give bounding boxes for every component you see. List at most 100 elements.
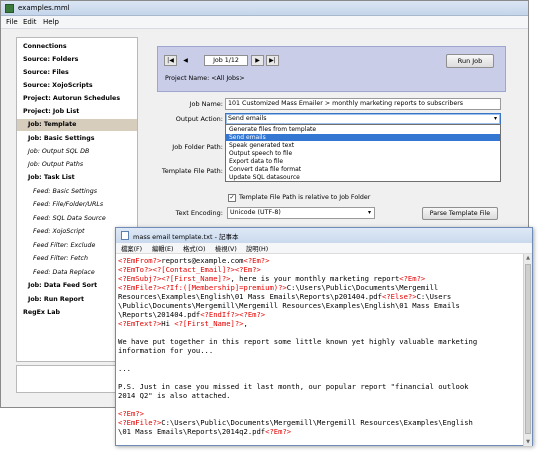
text-segment: C:\Users xyxy=(416,292,452,301)
option-output-speech[interactable]: Output speech to file xyxy=(226,150,500,157)
text-line xyxy=(118,373,522,382)
text-line: P.S. Just in case you missed it last mon… xyxy=(118,382,522,391)
first-job-button[interactable]: |◀ xyxy=(164,55,177,66)
text-line: <?Em?> xyxy=(118,409,522,418)
sidebar-item-source-files[interactable]: Source: Files xyxy=(17,67,137,79)
sidebar-item-job-task-list[interactable]: Job: Task List xyxy=(17,172,137,184)
output-action-value: Send emails xyxy=(228,115,267,122)
notepad-menu-edit[interactable]: 編輯(E) xyxy=(152,244,174,253)
run-job-button[interactable]: Run Job xyxy=(446,54,494,68)
template-tag: <?EmText?> xyxy=(118,319,162,328)
text-line: ... xyxy=(118,364,522,373)
parse-template-button[interactable]: Parse Template File xyxy=(422,207,498,220)
job-name-label: Job Name: xyxy=(189,100,223,108)
job-folder-path-label: Job Folder Path: xyxy=(172,143,223,151)
sidebar-item-connections[interactable]: Connections xyxy=(17,41,137,53)
text-line: information for you... xyxy=(118,346,522,355)
text-line: Resources\Examples\English\01 Mass Email… xyxy=(118,292,522,301)
output-action-label: Output Action: xyxy=(175,115,223,123)
sidebar-item-source-xojoscripts[interactable]: Source: XojoScripts xyxy=(17,80,137,92)
scroll-down-icon[interactable]: ▼ xyxy=(524,438,532,446)
job-name-input[interactable]: 101 Customized Mass Emailer > monthly ma… xyxy=(225,98,501,110)
sidebar-item-autorun-schedules[interactable]: Project: Autorun Schedules xyxy=(17,93,137,105)
text-line: \01 Mass Emails\Reports\2014q2.pdf<?Em?> xyxy=(118,427,522,436)
output-action-dropdown: Generate files from template Send emails… xyxy=(225,124,501,182)
text-segment: C:\Users\Public\Documents\Mergemill\Merg… xyxy=(161,418,473,427)
window-title: examples.mml xyxy=(18,4,70,12)
text-segment: P.S. Just in case you missed it last mon… xyxy=(118,382,469,391)
sidebar-item-feed-file-folder-urls[interactable]: Feed: File/Folder/URLs xyxy=(17,199,137,211)
text-line: <?EmFrom?>reports@example.com<?Em?> xyxy=(118,256,522,265)
option-update-sql[interactable]: Update SQL datasource xyxy=(226,174,500,181)
menu-file[interactable]: File xyxy=(6,18,18,26)
last-job-button[interactable]: ▶| xyxy=(266,55,279,66)
text-line xyxy=(118,328,522,337)
text-line: <?EmText?>Hi <?[First_Name]?>, xyxy=(118,319,522,328)
sidebar-item-job-list[interactable]: Project: Job List xyxy=(17,106,137,118)
notepad-menu-help[interactable]: 說明(H) xyxy=(246,244,268,253)
menu-edit[interactable]: Edit xyxy=(23,18,37,26)
text-segment: reports@example.com xyxy=(161,256,244,265)
text-line: <?EmTo?><?[Contact_Email]?><?Em?> xyxy=(118,265,522,274)
menu-bar: File Edit Help xyxy=(1,16,528,29)
notepad-text-area[interactable]: <?EmFrom?>reports@example.com<?Em?> <?EmT… xyxy=(118,256,522,444)
template-tag: <?Em?> xyxy=(243,256,270,265)
text-line: We have put together in this report some… xyxy=(118,337,522,346)
option-speak-text[interactable]: Speak generated text xyxy=(226,142,500,149)
text-segment: information for you... xyxy=(118,346,214,355)
template-tag: <?EmFile?><?If:([Membership]=premium)?> xyxy=(118,283,287,292)
sidebar-item-job-template[interactable]: Job: Template xyxy=(17,119,137,131)
template-tag: <?Em?> xyxy=(234,265,261,274)
template-tag: <?EmTo?><?[Contact_Email]?> xyxy=(118,265,235,274)
text-line xyxy=(118,355,522,364)
text-line: <?EmSubj?><?[First_Name]?>, here is your… xyxy=(118,274,522,283)
option-export-data[interactable]: Export data to file xyxy=(226,158,500,165)
app-icon xyxy=(5,4,14,13)
text-segment: We have put together in this report some… xyxy=(118,337,478,346)
sidebar-item-feed-basic-settings[interactable]: Feed: Basic Settings xyxy=(17,186,137,198)
notepad-window: mass email template.txt - 記事本 檔案(F) 編輯(E… xyxy=(115,227,533,446)
template-tag: <?Em?> xyxy=(399,274,426,283)
sidebar-item-job-basic-settings[interactable]: Job: Basic Settings xyxy=(17,133,137,145)
text-segment: , here is your monthly marketing report xyxy=(230,274,400,283)
scroll-up-icon[interactable]: ▲ xyxy=(524,254,532,262)
text-segment: Hi xyxy=(161,319,175,328)
text-encoding-select[interactable]: Unicode (UTF-8) ▾ xyxy=(227,207,375,219)
option-send-emails[interactable]: Send emails xyxy=(226,134,500,141)
menu-help[interactable]: Help xyxy=(43,18,59,26)
prev-job-button[interactable]: ◀ xyxy=(179,55,192,66)
sidebar-item-job-output-paths[interactable]: Job: Output Paths xyxy=(17,159,137,171)
notepad-title-bar[interactable]: mass email template.txt - 記事本 xyxy=(116,228,532,243)
notepad-menu-format[interactable]: 格式(O) xyxy=(183,244,205,253)
sidebar-item-feed-sql-data-source[interactable]: Feed: SQL Data Source xyxy=(17,213,137,225)
vertical-scrollbar[interactable]: ▲ ▼ xyxy=(523,254,532,446)
option-convert-format[interactable]: Convert data file format xyxy=(226,166,500,173)
template-tag: <?Em?> xyxy=(265,427,292,436)
chevron-down-icon: ▾ xyxy=(367,209,371,216)
text-segment: ... xyxy=(118,364,131,373)
text-line: <?EmFile?>C:\Users\Public\Documents\Merg… xyxy=(118,418,522,427)
next-job-button[interactable]: ▶ xyxy=(251,55,264,66)
notepad-menu-file[interactable]: 檔案(F) xyxy=(121,244,142,253)
option-generate-files[interactable]: Generate files from template xyxy=(226,126,500,133)
text-line: \Public\Documents\Mergemill\Mergemill Re… xyxy=(118,301,522,310)
scrollbar-thumb[interactable] xyxy=(525,264,531,434)
notepad-menu-view[interactable]: 檢視(V) xyxy=(215,244,237,253)
template-tag: <?EndIf?><?Em?> xyxy=(200,310,266,319)
sidebar-item-job-output-sql-db[interactable]: Job: Output SQL DB xyxy=(17,146,137,158)
text-line xyxy=(118,400,522,409)
text-segment: C:\Users\Public\Documents\Mergemill xyxy=(286,283,439,292)
job-navigator: |◀ ◀ Job 1/12 ▶ ▶| Run Job Project Name:… xyxy=(157,46,506,92)
relative-path-label: Template File Path is relative to Job Fo… xyxy=(239,194,371,201)
text-encoding-label: Text Encoding: xyxy=(175,209,223,217)
template-tag: <?EmFrom?> xyxy=(118,256,162,265)
text-segment: , xyxy=(243,319,248,328)
sidebar-item-source-folders[interactable]: Source: Folders xyxy=(17,54,137,66)
job-counter[interactable]: Job 1/12 xyxy=(204,55,248,66)
relative-path-checkbox[interactable]: ✓ xyxy=(228,194,236,202)
title-bar[interactable]: examples.mml xyxy=(1,1,528,16)
notepad-title: mass email template.txt - 記事本 xyxy=(133,233,239,241)
text-line: \Reports\201404.pdf<?EndIf?><?Em?> xyxy=(118,310,522,319)
notepad-icon xyxy=(121,231,129,240)
text-segment: \Public\Documents\Mergemill\Mergemill Re… xyxy=(118,301,460,310)
